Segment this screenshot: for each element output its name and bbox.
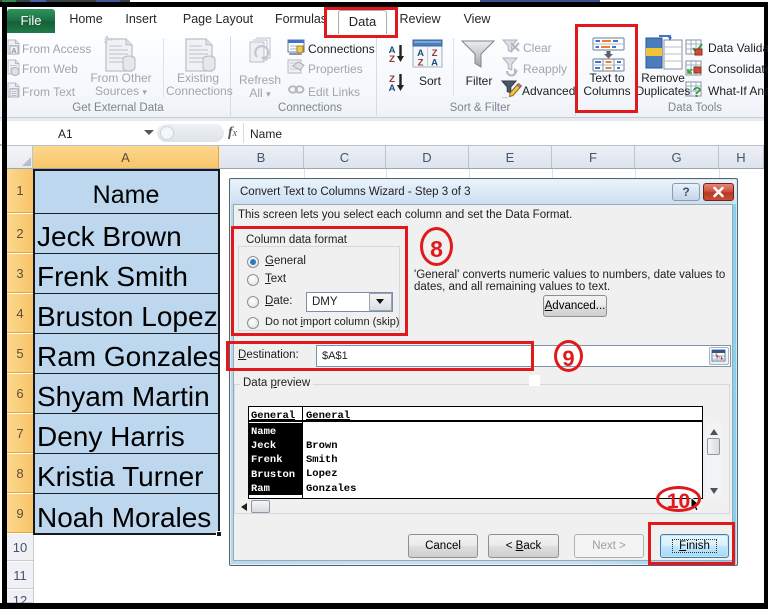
- svg-text:A: A: [11, 46, 17, 55]
- svg-text:Z: Z: [389, 54, 395, 65]
- svg-text:...: ...: [502, 93, 508, 100]
- svg-text:A: A: [389, 83, 396, 94]
- svg-text:A: A: [431, 58, 438, 69]
- svg-text:Z: Z: [418, 58, 424, 69]
